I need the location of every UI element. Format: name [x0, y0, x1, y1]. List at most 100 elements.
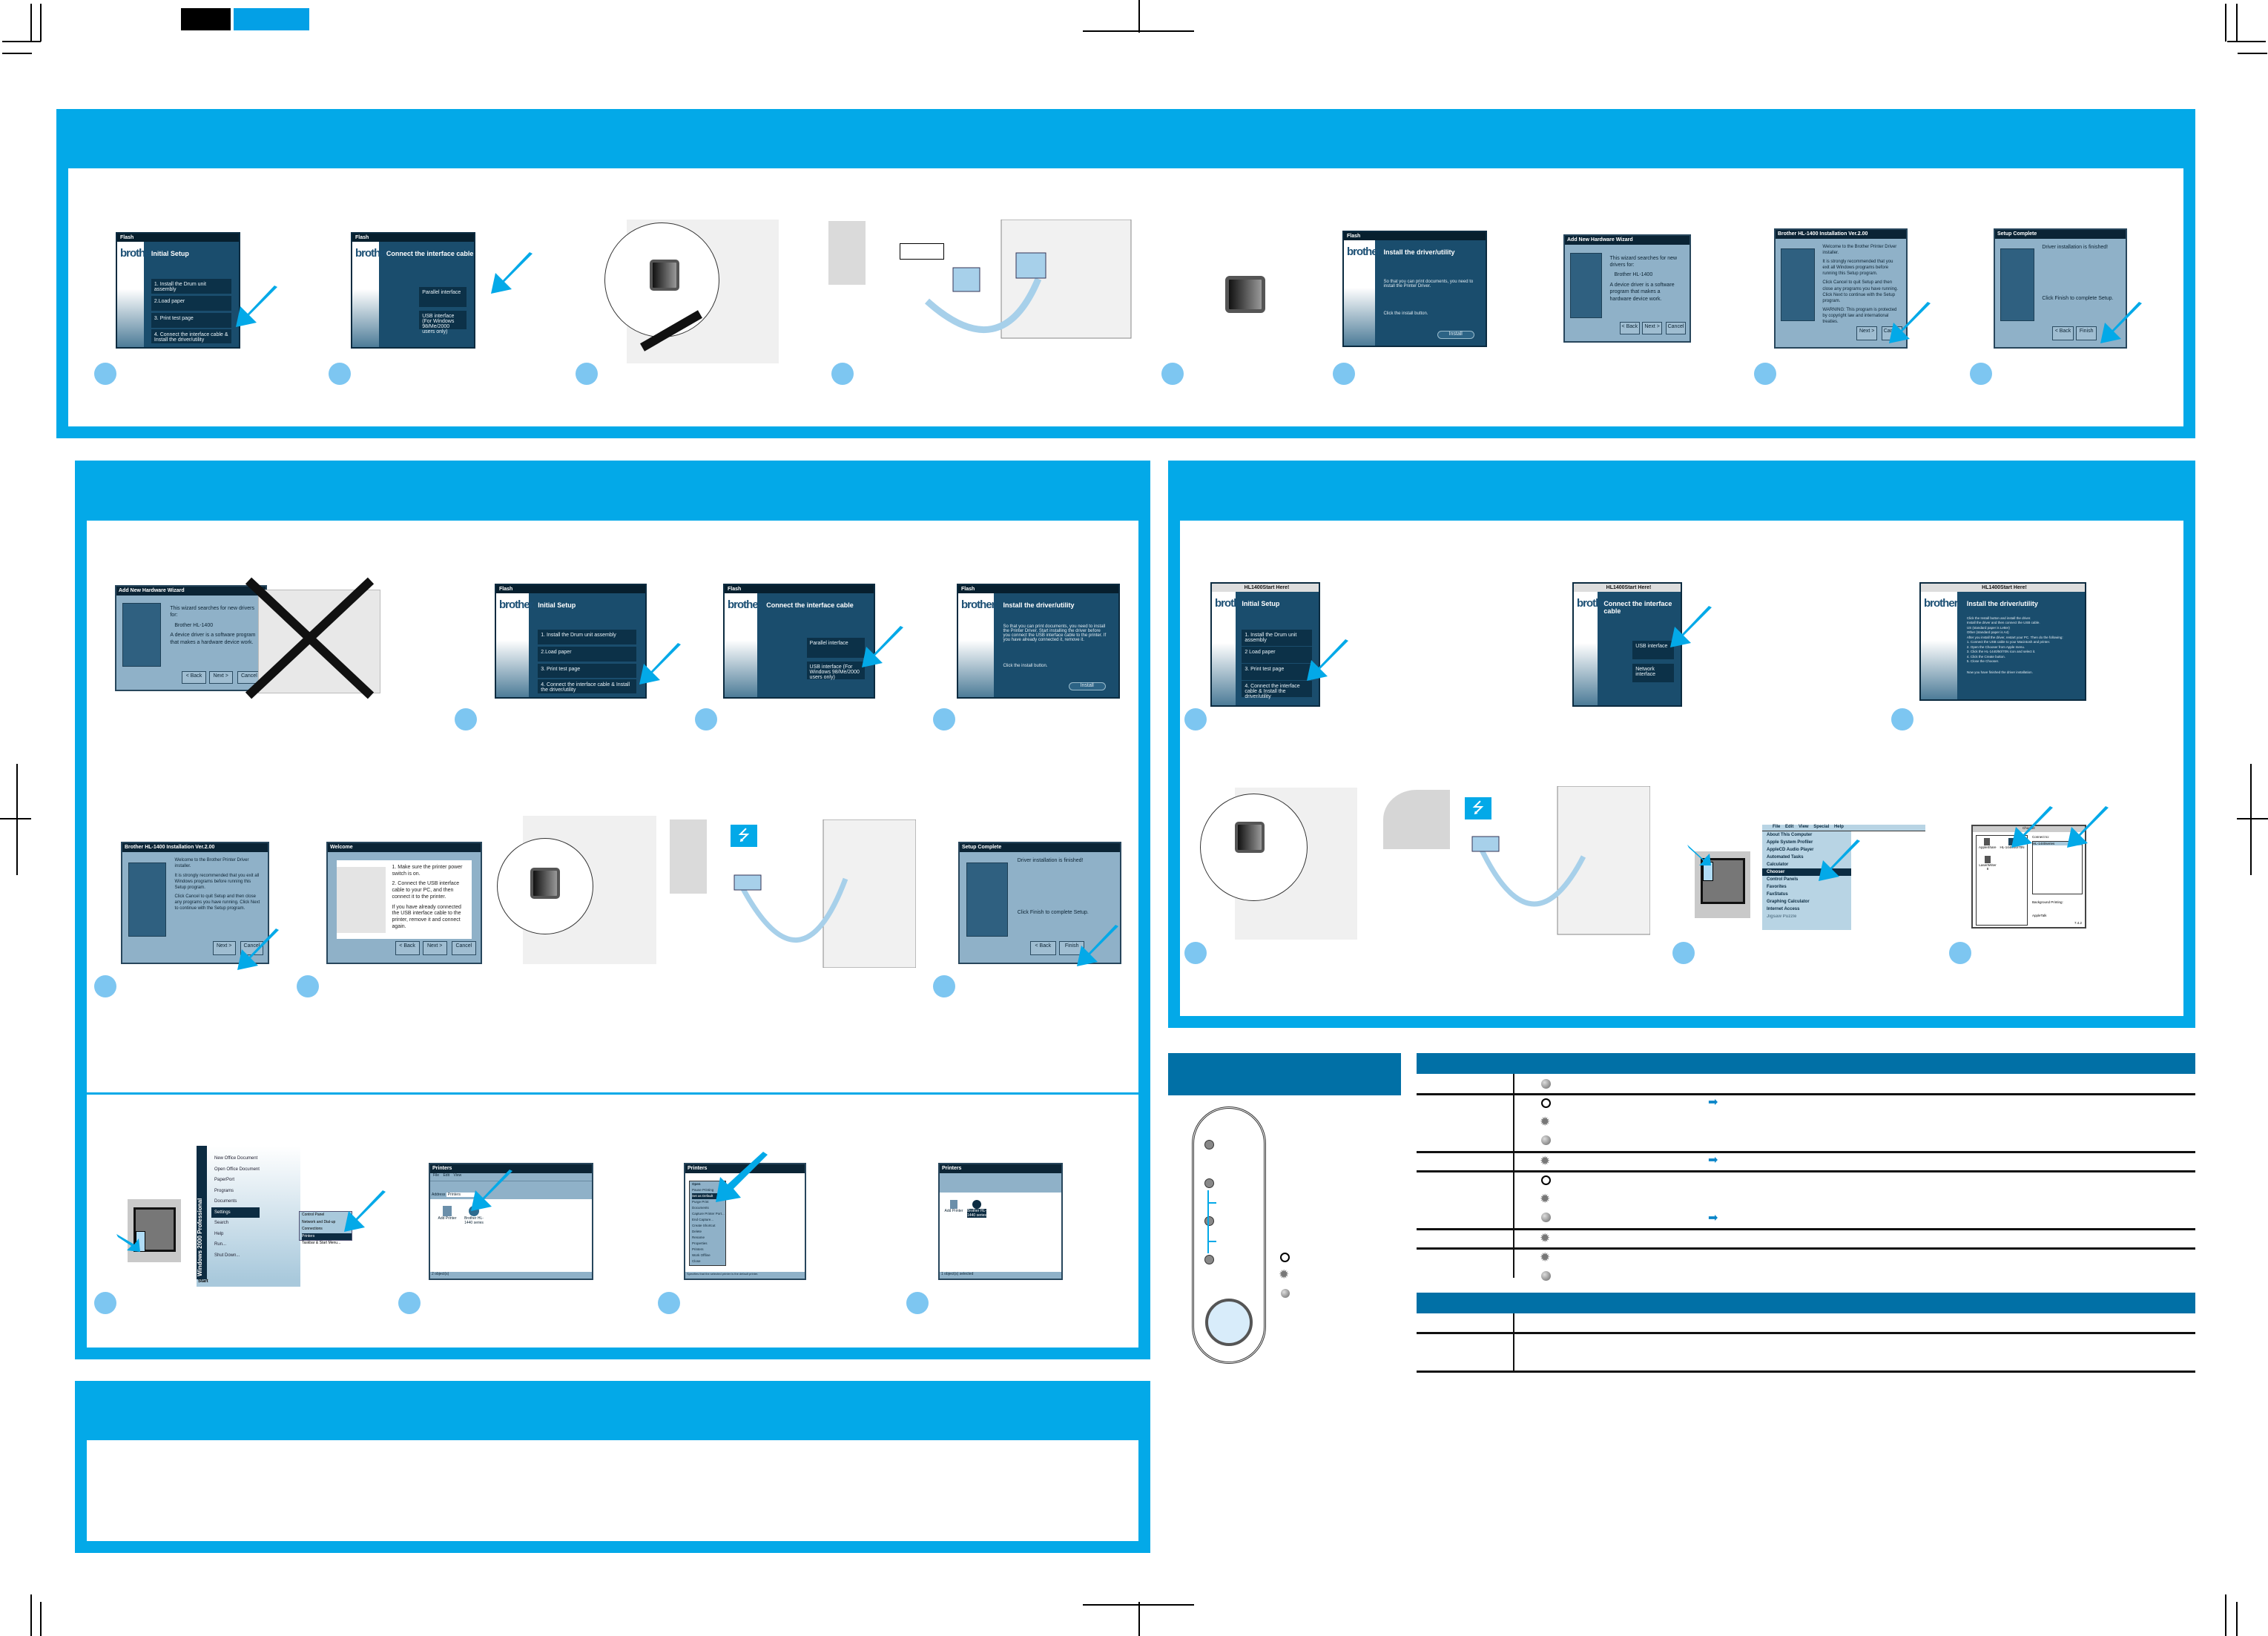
screen-heading: Initial Setup — [1242, 600, 1280, 607]
crop-mark — [2225, 4, 2226, 42]
install-button[interactable]: Install — [1068, 682, 1106, 690]
file-menu-item[interactable]: Capture Printer Port... — [692, 1211, 725, 1217]
wizard-line: A device driver is a software program th… — [1609, 282, 1675, 302]
brother-install-driver-screenshot: Flash brother. Install the driver/utilit… — [1342, 231, 1487, 347]
back-button[interactable]: < Back — [1030, 941, 1056, 956]
menu-item[interactable]: 3. Print test page — [1242, 664, 1313, 680]
menu-item[interactable]: 1. Install the Drum unit assembly — [151, 279, 232, 294]
menu-edit[interactable]: Edit — [443, 1173, 449, 1178]
crop-mark — [40, 1602, 42, 1636]
finish-button[interactable]: Finish — [2076, 326, 2097, 340]
interface-option[interactable]: Network interface — [1632, 664, 1675, 682]
cancel-button[interactable]: Cancel — [1666, 322, 1686, 335]
second-table-header — [1417, 1293, 2195, 1313]
submenu-item-printers[interactable]: Printers — [302, 1233, 352, 1240]
menu-file[interactable]: File — [433, 1173, 439, 1178]
menu-item[interactable]: 3. Print test page — [151, 313, 232, 328]
file-menu-item[interactable]: Close — [692, 1259, 725, 1264]
file-menu-item[interactable]: End Capture... — [692, 1217, 725, 1223]
pointer-arrow-icon — [1819, 840, 1860, 881]
crop-mark — [1083, 1604, 1194, 1606]
next-button[interactable]: Next > — [422, 941, 447, 956]
led-indicator — [1204, 1178, 1214, 1188]
screen-footer: Click the install button. — [1383, 311, 1428, 317]
menu-item[interactable]: 4. Connect the interface cable & Install… — [151, 329, 232, 344]
menu-item[interactable]: 2.Load paper — [538, 647, 636, 662]
menubar-file[interactable]: File — [1773, 825, 1780, 829]
start-menu-item[interactable]: PaperPort — [214, 1175, 260, 1186]
screen-intro: So that you can print documents, you nee… — [1383, 280, 1474, 289]
apple-menu-item[interactable]: Favorites — [1767, 883, 1851, 891]
file-menu-item[interactable]: Rename — [692, 1235, 725, 1241]
menu-item[interactable]: 3. Print test page — [538, 663, 636, 679]
add-printer-icon[interactable]: Add Printer — [944, 1200, 963, 1213]
apple-menu-item[interactable]: Internet Access — [1767, 906, 1851, 913]
start-menu-item[interactable]: Shut Down... — [214, 1250, 260, 1261]
start-menu-item[interactable]: New Office Document — [214, 1153, 260, 1164]
next-button[interactable]: Next > — [1856, 326, 1878, 340]
start-menu-item[interactable]: Search — [214, 1218, 260, 1229]
start-menu-item[interactable]: Programs — [214, 1186, 260, 1197]
crop-mark — [30, 4, 32, 42]
back-button[interactable]: < Back — [1619, 322, 1640, 335]
start-menu-item-settings[interactable]: Settings — [211, 1207, 260, 1218]
interface-option[interactable]: Parallel interface — [806, 637, 865, 659]
cancel-button[interactable]: Cancel — [451, 941, 476, 956]
back-button[interactable]: < Back — [182, 671, 206, 684]
apple-menu-item[interactable]: Jigsaw Puzzle — [1767, 913, 1851, 920]
back-button[interactable]: < Back — [395, 941, 420, 956]
menubar-special[interactable]: Special — [1813, 825, 1829, 829]
menu-view[interactable]: View — [453, 1173, 461, 1178]
file-menu-item[interactable]: Printers — [692, 1247, 725, 1253]
next-button[interactable]: Next > — [208, 671, 233, 684]
start-menu-item[interactable]: Run... — [214, 1239, 260, 1250]
menu-item[interactable]: 2.Load paper — [151, 296, 232, 311]
led-on-icon — [1541, 1271, 1551, 1281]
apple-menu-item[interactable]: Graphing Calculator — [1767, 898, 1851, 906]
window-title: Printers — [940, 1164, 1061, 1173]
menu-item[interactable]: 1. Install the Drum unit assembly — [1242, 630, 1313, 646]
menu-item[interactable]: 1. Install the Drum unit assembly — [538, 630, 636, 645]
menu-item[interactable]: 4. Connect the interface cable & Install… — [538, 679, 636, 694]
menu-item[interactable]: 2 Load paper — [1242, 647, 1313, 663]
start-menu-item[interactable]: Open Office Document — [214, 1164, 260, 1175]
led-blinking-icon: ✹ — [1540, 1250, 1551, 1264]
apple-menu-item[interactable]: FaxStatus — [1767, 891, 1851, 898]
background-printing-label: Background Printing: — [2032, 900, 2063, 904]
brother-printer-icon-selected[interactable]: Brother HL-1440 series — [966, 1200, 987, 1218]
file-menu-item[interactable]: Create Shortcut — [692, 1223, 725, 1229]
next-button[interactable]: Next > — [212, 941, 236, 956]
file-menu-item[interactable]: Work Offline — [692, 1253, 725, 1259]
step-marker — [576, 363, 598, 385]
welcome-line: 2. Connect the USB interface cable to yo… — [392, 881, 460, 900]
step-marker — [1672, 942, 1695, 964]
add-printer-icon[interactable]: Add Printer — [436, 1206, 458, 1221]
menu-item[interactable]: 4. Connect the interface cable & Install… — [1242, 681, 1313, 699]
interface-option[interactable]: USB interface (For Windows 98/Me/2000 us… — [419, 311, 467, 334]
usb-cable-illustration — [734, 819, 916, 968]
step-marker — [1891, 708, 1913, 730]
start-button[interactable]: Start — [197, 1279, 300, 1287]
menubar-edit[interactable]: Edit — [1785, 825, 1793, 829]
start-menu-item[interactable]: Help — [214, 1229, 260, 1240]
interface-option[interactable]: Parallel interface — [419, 286, 467, 308]
next-button[interactable]: Next > — [1642, 322, 1663, 335]
setup-line: Click Finish to complete Setup. — [1017, 909, 1089, 915]
setup-line: Driver installation is finished! — [1017, 858, 1084, 864]
interface-option[interactable]: USB interface (For Windows 98/Me/2000 us… — [806, 661, 865, 680]
laserwriter-icon[interactable]: LaserWriter 8 — [1979, 856, 1997, 871]
start-menu-item[interactable]: Documents — [214, 1196, 260, 1207]
install-button[interactable]: Install — [1437, 330, 1474, 339]
step-marker — [1754, 363, 1776, 385]
menubar-view[interactable]: View — [1799, 825, 1809, 829]
appleshare-icon[interactable]: AppleShare — [1979, 838, 1997, 849]
menubar-help[interactable]: Help — [1834, 825, 1844, 829]
pointer-arrow-icon — [116, 1234, 140, 1252]
submenu-item[interactable]: Taskbar & Start Menu... — [302, 1240, 352, 1247]
file-menu-item[interactable]: Delete — [692, 1229, 725, 1235]
back-button[interactable]: < Back — [2052, 326, 2074, 340]
go-button[interactable] — [1205, 1299, 1253, 1346]
file-menu-item[interactable]: Properties — [692, 1241, 725, 1247]
interface-option[interactable]: USB interface — [1632, 641, 1675, 659]
led-blinking-icon: ✹ — [1540, 1154, 1551, 1168]
